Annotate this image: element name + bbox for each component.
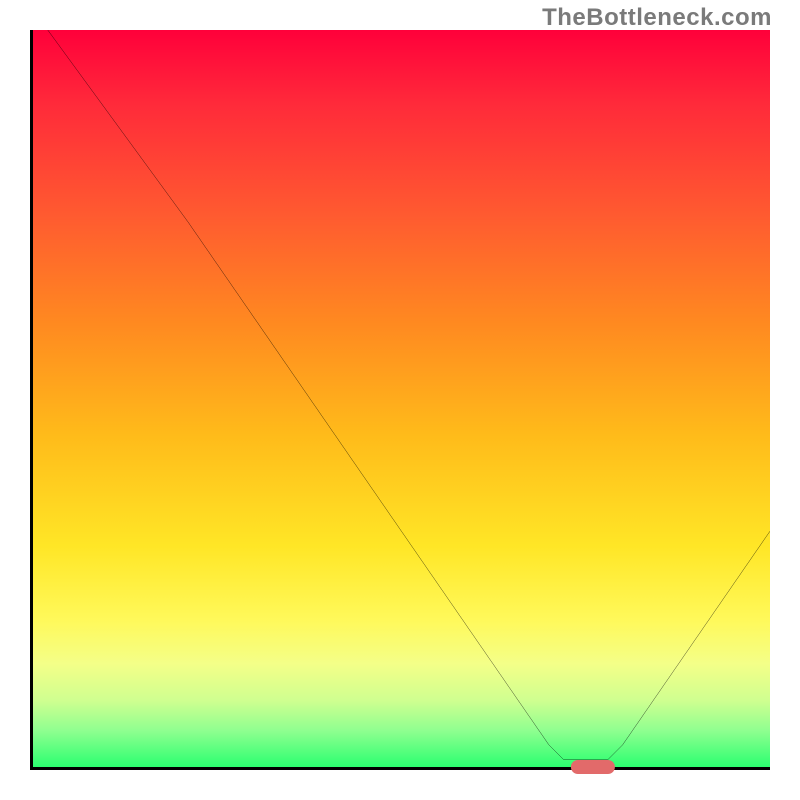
gradient-background bbox=[33, 30, 770, 767]
optimal-marker bbox=[571, 760, 615, 774]
bottleneck-chart: TheBottleneck.com bbox=[0, 0, 800, 800]
plot-area bbox=[30, 30, 770, 770]
watermark-text: TheBottleneck.com bbox=[542, 4, 772, 32]
